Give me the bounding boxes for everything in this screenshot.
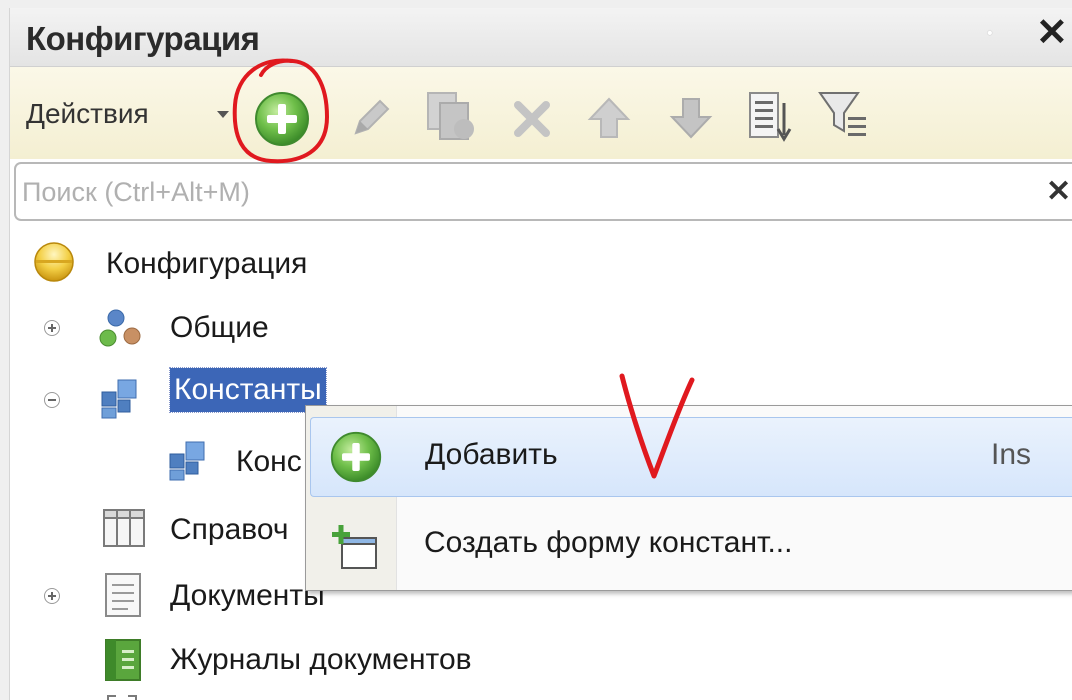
screenshot-frame: Конфигурация • ✕ Действия Поиск (Ctrl+Al…	[0, 0, 1072, 700]
tree-item-document-journals[interactable]: Журналы документов	[170, 638, 472, 682]
collapse-icon[interactable]	[44, 392, 60, 408]
tree-item-constant[interactable]: Конс	[236, 440, 302, 484]
menu-item-label: Создать форму констант...	[424, 526, 793, 559]
panel-title: Конфигурация	[26, 20, 260, 57]
create-form-icon	[332, 525, 377, 569]
move-down-icon[interactable]	[668, 95, 714, 141]
tree-item-configuration[interactable]: Конфигурация	[106, 242, 307, 286]
annotation-circle	[232, 58, 330, 164]
actions-menu-button[interactable]: Действия	[26, 98, 149, 130]
constant-icon	[169, 441, 205, 481]
tree-item-documents[interactable]: Документы	[170, 574, 325, 618]
delete-icon[interactable]	[510, 97, 554, 141]
search-input[interactable]	[22, 172, 1022, 212]
sort-list-icon[interactable]	[746, 89, 794, 147]
document-journals-icon	[105, 639, 141, 681]
close-button[interactable]: ✕	[1036, 14, 1068, 52]
catalogs-icon	[103, 509, 145, 547]
add-icon	[330, 431, 382, 483]
tree-item-constants[interactable]: Константы	[169, 367, 327, 413]
expand-icon[interactable]	[44, 320, 60, 336]
expand-icon[interactable]	[44, 588, 60, 604]
move-up-icon[interactable]	[586, 95, 632, 141]
next-item-icon	[107, 695, 137, 700]
menu-item-create-constants-form[interactable]: Создать форму констант...	[310, 506, 1072, 586]
search-field[interactable]: ✕	[14, 162, 1072, 221]
copy-icon[interactable]	[424, 89, 478, 145]
common-objects-icon	[99, 309, 141, 347]
menu-item-shortcut: Ins	[991, 438, 1032, 471]
menu-item-label: Добавить	[425, 438, 558, 471]
tree-item-common[interactable]: Общие	[170, 306, 269, 350]
annotation-checkmark	[619, 373, 695, 479]
documents-icon	[105, 573, 141, 617]
filter-icon[interactable]	[816, 87, 876, 147]
clear-search-button[interactable]: ✕	[1046, 172, 1071, 212]
configuration-root-icon	[34, 242, 74, 282]
edit-icon[interactable]	[348, 95, 394, 141]
tree-item-catalogs[interactable]: Справоч	[170, 508, 289, 552]
panel-titlebar: Конфигурация • ✕	[10, 8, 1072, 67]
configuration-panel: Конфигурация • ✕ Действия Поиск (Ctrl+Al…	[9, 8, 1072, 700]
toolbar: Действия	[10, 67, 1072, 159]
chevron-down-icon[interactable]	[217, 111, 229, 118]
constants-icon	[101, 379, 137, 419]
pin-icon[interactable]: •	[987, 26, 997, 42]
